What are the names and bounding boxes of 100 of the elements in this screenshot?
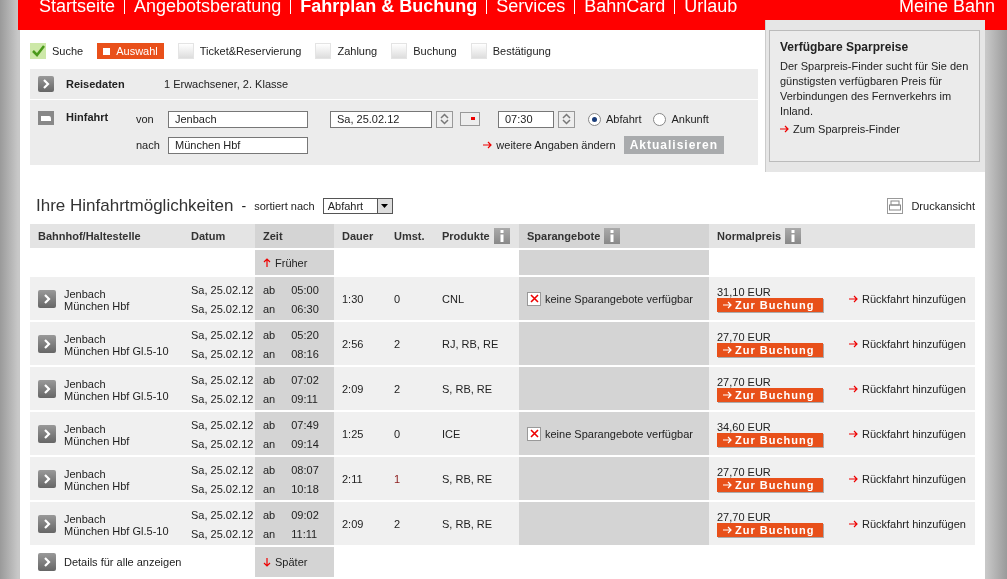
- chevron-icon[interactable]: [38, 553, 56, 571]
- chevron-icon[interactable]: [38, 334, 56, 353]
- book-button[interactable]: Zur Buchung: [717, 432, 823, 447]
- cross-icon: [527, 426, 541, 441]
- changes-text: 2: [394, 337, 401, 350]
- duration-text: 1:25: [342, 427, 364, 440]
- duration-text: 2:56: [342, 337, 364, 350]
- connection-row[interactable]: Jenbach München Hbf Gl.5-10 Sa, 25.02.12 Sa, 25.02.12 ab 05:20 an 08:16 2:56 2 RJ, RB, RE 27,70 EUR Zur Buchung Rückfahrt hinzufügen: [30, 322, 975, 365]
- print-link[interactable]: Druckansicht: [887, 198, 975, 214]
- date-text: Sa, 25.02.12: [191, 437, 255, 450]
- from-field[interactable]: Jenbach: [168, 110, 308, 128]
- duration-text: 1:30: [342, 292, 364, 305]
- time-text: 09:11: [291, 392, 318, 405]
- station-name: Jenbach: [64, 377, 107, 390]
- arrow-up-icon: [263, 258, 271, 267]
- radio-button[interactable]: [653, 112, 667, 126]
- add-return-link[interactable]: Rückfahrt hinzufügen: [849, 427, 966, 440]
- column-header: Zeit: [255, 224, 334, 248]
- connection-row[interactable]: Jenbach München Hbf Gl.5-10 Sa, 25.02.12 Sa, 25.02.12 ab 09:02 an 11:11 2:09 2 S, RB, RE 27,70 EUR Zur Buchung Rückfahrt hinzufügen: [30, 502, 975, 545]
- info-icon[interactable]: [604, 228, 621, 244]
- connection-row[interactable]: Jenbach München Hbf Sa, 25.02.12 Sa, 25.02.12 ab 05:00 an 06:30 1:30 0 CNL keine Sparangebote verfügbar 31,10 EUR Zur Buchung Rückfahrt hinzufügen: [30, 277, 975, 320]
- arrow-icon: [723, 435, 732, 444]
- chevron-icon[interactable]: [38, 514, 56, 533]
- date-field[interactable]: Sa, 25.02.12: [330, 110, 432, 128]
- column-header: Bahnhof/Haltestelle: [37, 229, 142, 244]
- time-field[interactable]: 07:30: [498, 110, 554, 128]
- column-header: Dauer: [341, 229, 375, 244]
- arrow-icon: [849, 429, 858, 438]
- products-text: RJ, RB, RE: [442, 337, 499, 350]
- duration-text: 2:11: [342, 472, 363, 485]
- info-icon[interactable]: [493, 228, 510, 244]
- date-text: Sa, 25.02.12: [191, 482, 255, 495]
- time-label: an: [263, 437, 276, 450]
- price-text: 34,60 EUR: [717, 420, 772, 433]
- arrow-icon: [780, 125, 789, 133]
- sort-dropdown[interactable]: Abfahrt: [322, 198, 393, 214]
- to-field[interactable]: München Hbf: [168, 136, 308, 154]
- step-label: Buchung: [413, 45, 457, 57]
- chevron-icon[interactable]: [38, 379, 56, 398]
- chevron-icon[interactable]: [38, 76, 54, 92]
- date-text: Sa, 25.02.12: [191, 284, 255, 297]
- station-name: Jenbach: [64, 422, 107, 435]
- sort-label: sortiert nach: [254, 200, 315, 212]
- arrow-icon: [723, 480, 732, 489]
- add-return-link[interactable]: Rückfahrt hinzufügen: [849, 382, 966, 395]
- radio-option[interactable]: Abfahrt: [588, 112, 642, 126]
- time-label: ab: [263, 464, 276, 477]
- arrow-icon: [723, 525, 732, 534]
- step-label: Auswahl: [116, 45, 158, 57]
- time-label: an: [263, 302, 276, 315]
- price-text: 27,70 EUR: [717, 465, 772, 478]
- time-text: 11:11: [291, 527, 318, 540]
- date-text: Sa, 25.02.12: [191, 419, 255, 432]
- book-button[interactable]: Zur Buchung: [717, 297, 823, 312]
- book-button[interactable]: Zur Buchung: [717, 387, 823, 402]
- details-link[interactable]: Details für alle anzeigen: [64, 556, 182, 568]
- spinner-icon[interactable]: [558, 110, 575, 128]
- duration-text: 2:09: [342, 517, 364, 530]
- arrow-icon: [849, 519, 858, 528]
- add-return-link[interactable]: Rückfahrt hinzufügen: [849, 292, 966, 305]
- radio-option[interactable]: Ankunft: [653, 112, 709, 126]
- time-text: 10:18: [291, 482, 319, 495]
- info-icon[interactable]: [785, 228, 802, 244]
- connection-row[interactable]: Jenbach München Hbf Sa, 25.02.12 Sa, 25.02.12 ab 08:07 an 10:18 2:11 1 S, RB, RE 27,70 EUR Zur Buchung Rückfahrt hinzufügen: [30, 457, 975, 500]
- calendar-icon[interactable]: [460, 112, 480, 126]
- book-button[interactable]: Zur Buchung: [717, 342, 823, 357]
- chevron-icon[interactable]: [38, 289, 56, 308]
- arrow-icon: [483, 141, 493, 149]
- time-label: an: [263, 527, 276, 540]
- radio-button[interactable]: [588, 112, 601, 126]
- finder-link[interactable]: Zum Sparpreis-Finder: [780, 123, 900, 135]
- station-name: München Hbf Gl.5-10: [64, 389, 169, 402]
- station-name: München Hbf Gl.5-10: [64, 524, 169, 537]
- spinner-icon[interactable]: [436, 110, 453, 128]
- changes-text: 2: [394, 382, 401, 395]
- chevron-icon[interactable]: [38, 469, 56, 488]
- time-text: 08:07: [291, 464, 319, 477]
- date-text: Sa, 25.02.12: [191, 509, 255, 522]
- date-text: Sa, 25.02.12: [191, 392, 255, 405]
- add-return-link[interactable]: Rückfahrt hinzufügen: [849, 472, 966, 485]
- connection-row[interactable]: Jenbach München Hbf Gl.5-10 Sa, 25.02.12 Sa, 25.02.12 ab 07:02 an 09:11 2:09 2 S, RB, RE 27,70 EUR Zur Buchung Rückfahrt hinzufügen: [30, 367, 975, 410]
- arrow-icon: [849, 339, 858, 348]
- step-label: Ticket&Reservierung: [199, 45, 302, 57]
- section-label: Hinfahrt: [66, 111, 110, 125]
- connection-row[interactable]: Jenbach München Hbf Sa, 25.02.12 Sa, 25.02.12 ab 07:49 an 09:14 1:25 0 ICE keine Sparangebote verfügbar 34,60 EUR Zur Buchung Rückfahrt hinzufügen: [30, 412, 975, 455]
- station-name: München Hbf: [64, 479, 130, 492]
- arrow-icon: [723, 300, 732, 309]
- more-options-link[interactable]: weitere Angaben ändern: [483, 139, 616, 151]
- book-button[interactable]: Zur Buchung: [717, 522, 823, 537]
- add-return-link[interactable]: Rückfahrt hinzufügen: [849, 517, 966, 530]
- station-name: Jenbach: [64, 332, 107, 345]
- offer-text: keine Sparangebote verfügbar: [545, 427, 693, 440]
- arrow-icon: [849, 294, 858, 303]
- price-text: 27,70 EUR: [717, 330, 772, 343]
- step-label: Bestätigung: [492, 45, 551, 57]
- offer-text: keine Sparangebote verfügbar: [545, 292, 693, 305]
- chevron-icon[interactable]: [38, 424, 56, 443]
- add-return-link[interactable]: Rückfahrt hinzufügen: [849, 337, 966, 350]
- arrow-down-icon: [263, 557, 271, 567]
- book-button[interactable]: Zur Buchung: [717, 477, 823, 492]
